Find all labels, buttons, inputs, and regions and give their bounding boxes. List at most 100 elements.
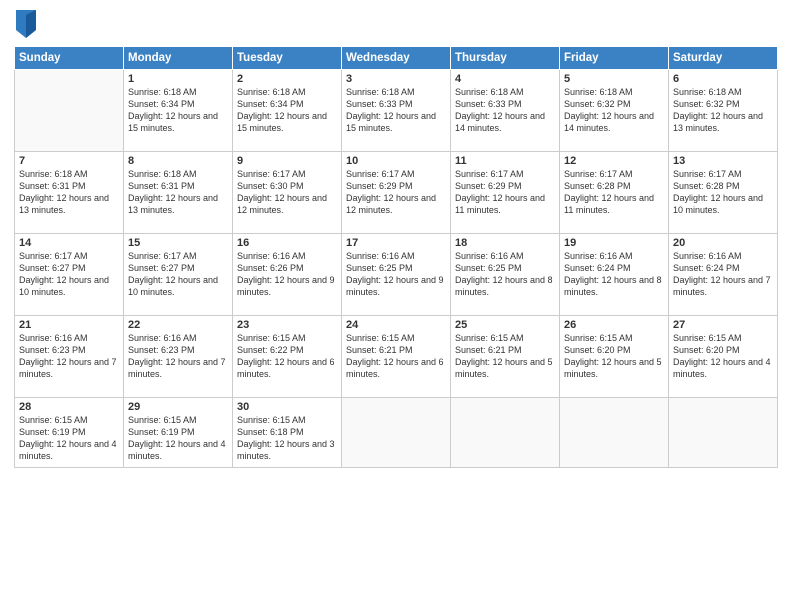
day-info: Sunrise: 6:16 AMSunset: 6:25 PMDaylight:…: [455, 250, 555, 299]
day-info: Sunrise: 6:17 AMSunset: 6:28 PMDaylight:…: [673, 168, 773, 217]
header-day-friday: Friday: [560, 47, 669, 70]
calendar-cell: [560, 398, 669, 468]
day-info: Sunrise: 6:16 AMSunset: 6:24 PMDaylight:…: [564, 250, 664, 299]
day-info: Sunrise: 6:16 AMSunset: 6:26 PMDaylight:…: [237, 250, 337, 299]
header-row: SundayMondayTuesdayWednesdayThursdayFrid…: [15, 47, 778, 70]
calendar-cell: [15, 70, 124, 152]
day-info: Sunrise: 6:16 AMSunset: 6:23 PMDaylight:…: [19, 332, 119, 381]
header: [14, 10, 778, 38]
day-info: Sunrise: 6:18 AMSunset: 6:31 PMDaylight:…: [128, 168, 228, 217]
day-number: 26: [564, 319, 664, 331]
calendar-cell: [669, 398, 778, 468]
logo-icon: [16, 10, 36, 38]
day-number: 15: [128, 237, 228, 249]
day-number: 14: [19, 237, 119, 249]
day-number: 4: [455, 73, 555, 85]
week-row-1: 7Sunrise: 6:18 AMSunset: 6:31 PMDaylight…: [15, 152, 778, 234]
day-number: 3: [346, 73, 446, 85]
day-number: 6: [673, 73, 773, 85]
calendar-cell: 24Sunrise: 6:15 AMSunset: 6:21 PMDayligh…: [342, 316, 451, 398]
day-number: 10: [346, 155, 446, 167]
day-info: Sunrise: 6:18 AMSunset: 6:34 PMDaylight:…: [237, 86, 337, 135]
day-info: Sunrise: 6:17 AMSunset: 6:29 PMDaylight:…: [455, 168, 555, 217]
day-number: 28: [19, 401, 119, 413]
day-info: Sunrise: 6:16 AMSunset: 6:24 PMDaylight:…: [673, 250, 773, 299]
logo: [14, 10, 38, 38]
day-info: Sunrise: 6:15 AMSunset: 6:20 PMDaylight:…: [564, 332, 664, 381]
day-number: 9: [237, 155, 337, 167]
header-day-saturday: Saturday: [669, 47, 778, 70]
calendar-cell: 19Sunrise: 6:16 AMSunset: 6:24 PMDayligh…: [560, 234, 669, 316]
calendar-cell: 30Sunrise: 6:15 AMSunset: 6:18 PMDayligh…: [233, 398, 342, 468]
calendar-cell: 3Sunrise: 6:18 AMSunset: 6:33 PMDaylight…: [342, 70, 451, 152]
calendar-cell: 5Sunrise: 6:18 AMSunset: 6:32 PMDaylight…: [560, 70, 669, 152]
day-number: 22: [128, 319, 228, 331]
calendar-cell: 7Sunrise: 6:18 AMSunset: 6:31 PMDaylight…: [15, 152, 124, 234]
calendar-cell: 14Sunrise: 6:17 AMSunset: 6:27 PMDayligh…: [15, 234, 124, 316]
calendar-cell: [342, 398, 451, 468]
day-info: Sunrise: 6:17 AMSunset: 6:27 PMDaylight:…: [128, 250, 228, 299]
day-info: Sunrise: 6:15 AMSunset: 6:21 PMDaylight:…: [455, 332, 555, 381]
day-info: Sunrise: 6:15 AMSunset: 6:22 PMDaylight:…: [237, 332, 337, 381]
calendar-cell: [451, 398, 560, 468]
day-info: Sunrise: 6:15 AMSunset: 6:19 PMDaylight:…: [128, 414, 228, 463]
day-number: 19: [564, 237, 664, 249]
calendar-cell: 12Sunrise: 6:17 AMSunset: 6:28 PMDayligh…: [560, 152, 669, 234]
day-info: Sunrise: 6:18 AMSunset: 6:32 PMDaylight:…: [673, 86, 773, 135]
day-info: Sunrise: 6:18 AMSunset: 6:33 PMDaylight:…: [455, 86, 555, 135]
header-day-thursday: Thursday: [451, 47, 560, 70]
calendar-cell: 22Sunrise: 6:16 AMSunset: 6:23 PMDayligh…: [124, 316, 233, 398]
calendar-cell: 20Sunrise: 6:16 AMSunset: 6:24 PMDayligh…: [669, 234, 778, 316]
calendar-cell: 4Sunrise: 6:18 AMSunset: 6:33 PMDaylight…: [451, 70, 560, 152]
calendar-cell: 2Sunrise: 6:18 AMSunset: 6:34 PMDaylight…: [233, 70, 342, 152]
day-info: Sunrise: 6:15 AMSunset: 6:19 PMDaylight:…: [19, 414, 119, 463]
calendar-cell: 13Sunrise: 6:17 AMSunset: 6:28 PMDayligh…: [669, 152, 778, 234]
header-day-monday: Monday: [124, 47, 233, 70]
day-info: Sunrise: 6:18 AMSunset: 6:31 PMDaylight:…: [19, 168, 119, 217]
week-row-2: 14Sunrise: 6:17 AMSunset: 6:27 PMDayligh…: [15, 234, 778, 316]
calendar-cell: 1Sunrise: 6:18 AMSunset: 6:34 PMDaylight…: [124, 70, 233, 152]
calendar-cell: 17Sunrise: 6:16 AMSunset: 6:25 PMDayligh…: [342, 234, 451, 316]
calendar-cell: 11Sunrise: 6:17 AMSunset: 6:29 PMDayligh…: [451, 152, 560, 234]
day-info: Sunrise: 6:18 AMSunset: 6:32 PMDaylight:…: [564, 86, 664, 135]
day-number: 11: [455, 155, 555, 167]
week-row-0: 1Sunrise: 6:18 AMSunset: 6:34 PMDaylight…: [15, 70, 778, 152]
day-number: 27: [673, 319, 773, 331]
calendar-cell: 23Sunrise: 6:15 AMSunset: 6:22 PMDayligh…: [233, 316, 342, 398]
calendar-cell: 16Sunrise: 6:16 AMSunset: 6:26 PMDayligh…: [233, 234, 342, 316]
calendar-cell: 9Sunrise: 6:17 AMSunset: 6:30 PMDaylight…: [233, 152, 342, 234]
calendar-cell: 21Sunrise: 6:16 AMSunset: 6:23 PMDayligh…: [15, 316, 124, 398]
day-number: 5: [564, 73, 664, 85]
day-number: 25: [455, 319, 555, 331]
day-info: Sunrise: 6:15 AMSunset: 6:18 PMDaylight:…: [237, 414, 337, 463]
calendar-cell: 27Sunrise: 6:15 AMSunset: 6:20 PMDayligh…: [669, 316, 778, 398]
page: SundayMondayTuesdayWednesdayThursdayFrid…: [0, 0, 792, 612]
calendar-cell: 29Sunrise: 6:15 AMSunset: 6:19 PMDayligh…: [124, 398, 233, 468]
day-number: 7: [19, 155, 119, 167]
day-info: Sunrise: 6:17 AMSunset: 6:29 PMDaylight:…: [346, 168, 446, 217]
day-info: Sunrise: 6:16 AMSunset: 6:23 PMDaylight:…: [128, 332, 228, 381]
day-number: 8: [128, 155, 228, 167]
day-info: Sunrise: 6:18 AMSunset: 6:34 PMDaylight:…: [128, 86, 228, 135]
week-row-4: 28Sunrise: 6:15 AMSunset: 6:19 PMDayligh…: [15, 398, 778, 468]
day-number: 21: [19, 319, 119, 331]
day-info: Sunrise: 6:17 AMSunset: 6:27 PMDaylight:…: [19, 250, 119, 299]
calendar-cell: 8Sunrise: 6:18 AMSunset: 6:31 PMDaylight…: [124, 152, 233, 234]
calendar-cell: 26Sunrise: 6:15 AMSunset: 6:20 PMDayligh…: [560, 316, 669, 398]
day-info: Sunrise: 6:17 AMSunset: 6:30 PMDaylight:…: [237, 168, 337, 217]
day-info: Sunrise: 6:15 AMSunset: 6:21 PMDaylight:…: [346, 332, 446, 381]
day-number: 18: [455, 237, 555, 249]
calendar-cell: 10Sunrise: 6:17 AMSunset: 6:29 PMDayligh…: [342, 152, 451, 234]
day-number: 13: [673, 155, 773, 167]
day-info: Sunrise: 6:16 AMSunset: 6:25 PMDaylight:…: [346, 250, 446, 299]
calendar-table: SundayMondayTuesdayWednesdayThursdayFrid…: [14, 46, 778, 468]
header-day-wednesday: Wednesday: [342, 47, 451, 70]
day-info: Sunrise: 6:18 AMSunset: 6:33 PMDaylight:…: [346, 86, 446, 135]
day-number: 20: [673, 237, 773, 249]
calendar-cell: 28Sunrise: 6:15 AMSunset: 6:19 PMDayligh…: [15, 398, 124, 468]
day-number: 29: [128, 401, 228, 413]
calendar-cell: 18Sunrise: 6:16 AMSunset: 6:25 PMDayligh…: [451, 234, 560, 316]
day-number: 30: [237, 401, 337, 413]
day-info: Sunrise: 6:17 AMSunset: 6:28 PMDaylight:…: [564, 168, 664, 217]
calendar-cell: 15Sunrise: 6:17 AMSunset: 6:27 PMDayligh…: [124, 234, 233, 316]
